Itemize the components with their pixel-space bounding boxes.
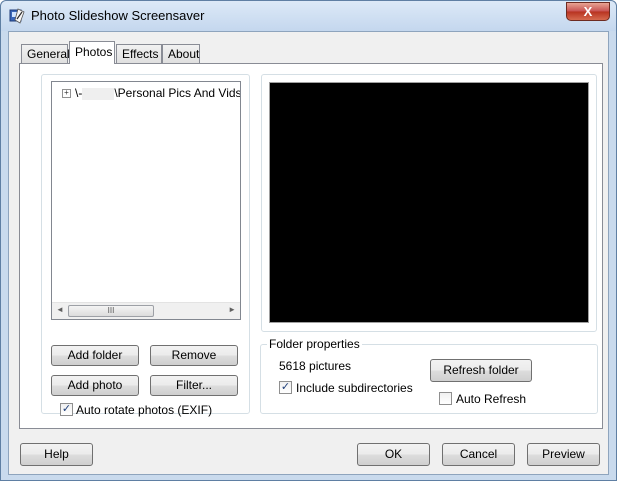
tree-horizontal-scrollbar[interactable]: ◄ III ►: [52, 302, 240, 319]
title-bar[interactable]: Photo Slideshow Screensaver X: [1, 1, 616, 31]
add-folder-button[interactable]: Add folder: [51, 345, 139, 366]
scroll-grip-icon: III: [107, 306, 115, 315]
scroll-thumb[interactable]: III: [68, 305, 154, 317]
tab-photos[interactable]: Photos: [69, 41, 115, 64]
auto-rotate-label: Auto rotate photos (EXIF): [76, 403, 213, 417]
folder-tree-item[interactable]: + \- \Personal Pics And Vids\(: [62, 86, 241, 100]
close-icon: X: [583, 4, 593, 19]
help-button[interactable]: Help: [20, 443, 93, 466]
cancel-button[interactable]: Cancel: [442, 443, 515, 466]
scroll-left-icon[interactable]: ◄: [56, 305, 64, 314]
photos-tab-panel: + \- \Personal Pics And Vids\( ◄ III ► Add…: [19, 63, 603, 429]
tab-general[interactable]: General: [21, 44, 70, 63]
auto-refresh-checkbox[interactable]: [439, 392, 452, 405]
app-window: Photo Slideshow Screensaver X General Ph…: [0, 0, 617, 481]
tab-effects[interactable]: Effects: [116, 44, 162, 63]
scroll-right-icon[interactable]: ►: [228, 305, 236, 314]
folder-properties-title: Folder properties: [267, 337, 362, 351]
expand-plus-icon[interactable]: +: [62, 89, 71, 99]
remove-button[interactable]: Remove: [150, 345, 238, 366]
folder-path: \Personal Pics And Vids\(: [114, 86, 241, 100]
slideshow-app-icon: [9, 8, 25, 24]
window-title: Photo Slideshow Screensaver: [31, 8, 205, 23]
include-subdirectories-checkbox[interactable]: ✓: [279, 381, 292, 394]
add-photo-button[interactable]: Add photo: [51, 375, 139, 396]
folder-tree[interactable]: + \- \Personal Pics And Vids\( ◄ III ►: [51, 81, 241, 320]
photo-preview: [269, 82, 589, 323]
auto-refresh-label: Auto Refresh: [456, 392, 527, 406]
tab-label: Photos: [75, 45, 113, 59]
tab-about[interactable]: About: [162, 44, 200, 63]
tab-label: Effects: [122, 47, 159, 61]
checkmark-icon: ✓: [61, 403, 72, 415]
auto-rotate-checkbox[interactable]: ✓: [60, 403, 73, 416]
ok-button[interactable]: OK: [357, 443, 430, 466]
filter-button[interactable]: Filter...: [150, 375, 238, 396]
tab-label: General: [27, 47, 70, 61]
tab-label: About: [168, 47, 200, 61]
redacted-segment: [82, 87, 115, 100]
dialog-client-area: General Photos Effects About + \- \Persona…: [8, 31, 609, 475]
refresh-folder-button[interactable]: Refresh folder: [430, 359, 532, 382]
folder-path-prefix: \-: [75, 86, 83, 100]
folder-properties-group: Folder properties: [260, 337, 598, 414]
picture-count: 5618 pictures: [279, 359, 352, 373]
close-button[interactable]: X: [566, 2, 610, 21]
checkmark-icon: ✓: [280, 381, 291, 393]
include-subdirectories-label: Include subdirectories: [296, 381, 413, 395]
preview-button[interactable]: Preview: [527, 443, 600, 466]
